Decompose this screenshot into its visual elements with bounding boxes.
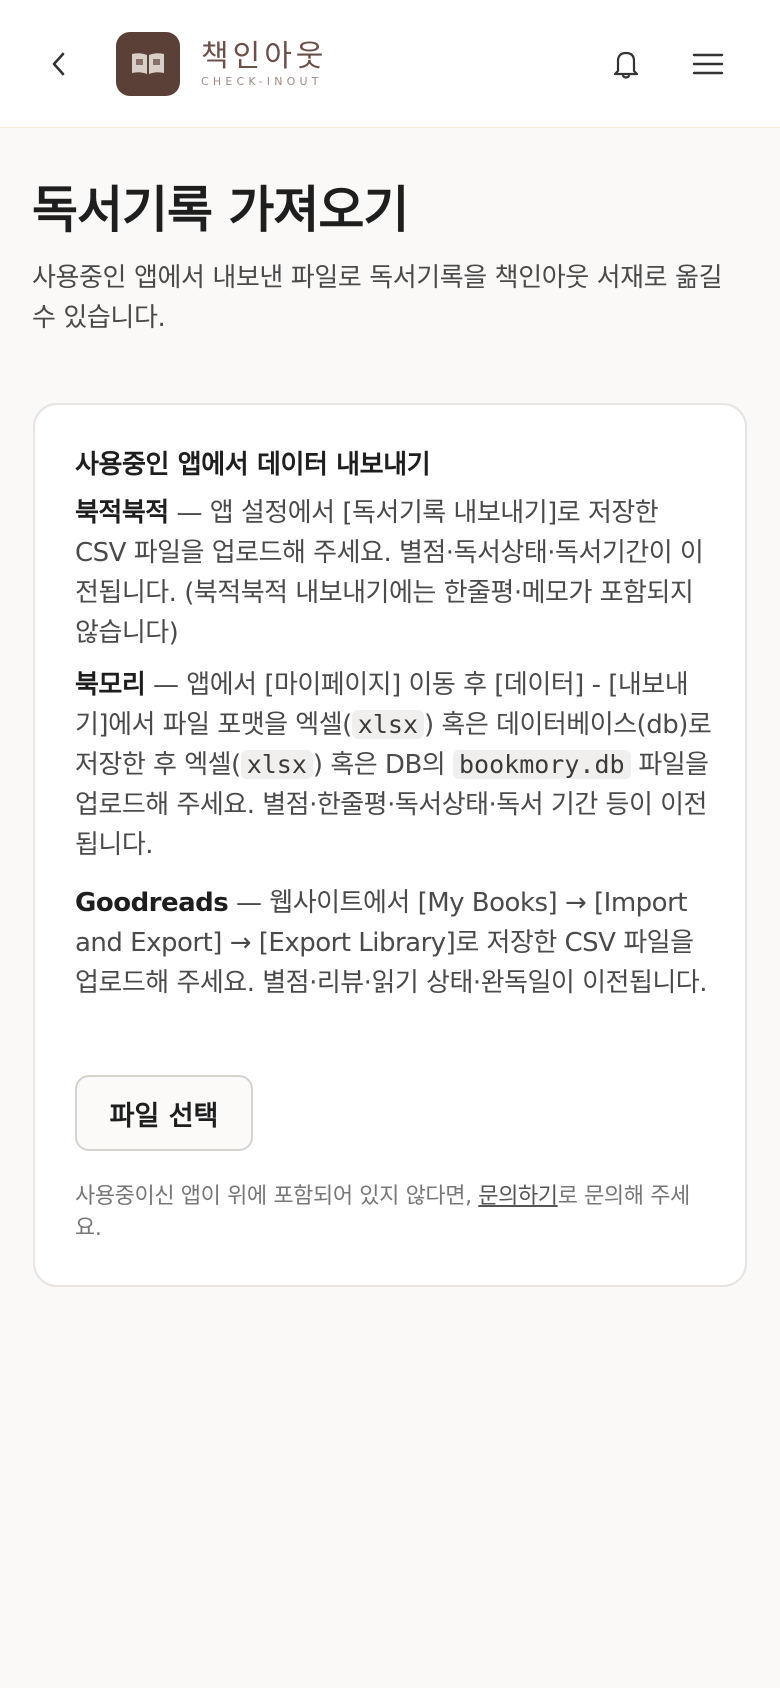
chevron-left-icon — [52, 52, 65, 76]
logo-mark — [116, 32, 180, 96]
contact-link[interactable]: 문의하기 — [478, 1184, 558, 1209]
back-button[interactable] — [40, 44, 80, 84]
footer-note: 사용중이신 앱이 위에 포함되어 있지 않다면, 문의하기로 문의해 주세요. — [75, 1181, 715, 1245]
logo-name-ko: 책인아웃 — [201, 38, 328, 74]
bookmory-text: ) 혹은 DB의 — [312, 750, 453, 780]
card-heading: 사용중인 앱에서 데이터 내보내기 — [75, 450, 431, 480]
page-title: 독서기록 가져오기 — [32, 181, 409, 239]
code-bookmory-db: bookmory.db — [452, 750, 631, 779]
goodreads-instructions: Goodreads — 웹사이트에서 [My Books] → [Import … — [75, 883, 715, 1003]
file-select-button[interactable]: 파일 선택 — [75, 1075, 253, 1151]
page-description: 사용중인 앱에서 내보낸 파일로 독서기록을 책인아웃 서재로 옮길 수 있습니… — [32, 263, 723, 333]
logo-text: 책인아웃 CHECK-INOUT — [201, 38, 328, 88]
bell-icon — [613, 51, 639, 79]
bookmory-name: 북모리 — [75, 670, 146, 700]
app-logo[interactable]: 책인아웃 CHECK-INOUT — [116, 32, 327, 96]
notification-button[interactable] — [606, 44, 646, 84]
bookmory-instructions: 북모리 — 앱에서 [마이페이지] 이동 후 [데이터] - [내보내기]에서 … — [75, 665, 715, 865]
logo-name-en: CHECK-INOUT — [201, 74, 323, 88]
menu-button[interactable] — [688, 44, 728, 84]
footer-text: 사용중이신 앱이 위에 포함되어 있지 않다면, — [75, 1184, 479, 1209]
app-header: 책인아웃 CHECK-INOUT — [0, 0, 780, 128]
code-xlsx: xlsx — [240, 750, 313, 779]
code-xlsx: xlsx — [351, 710, 425, 739]
open-book-icon — [132, 53, 164, 74]
bukjeok-name: 북적북적 — [75, 498, 169, 528]
hamburger-icon — [692, 53, 724, 75]
bukjeok-text: — 앱 설정에서 [독서기록 내보내기]로 저장한 CSV 파일을 업로드해 주… — [75, 498, 704, 648]
bukjeok-instructions: 북적북적 — 앱 설정에서 [독서기록 내보내기]로 저장한 CSV 파일을 업… — [75, 493, 715, 653]
import-card: 사용중인 앱에서 데이터 내보내기 북적북적 — 앱 설정에서 [독서기록 내보… — [33, 403, 747, 1287]
goodreads-name: Goodreads — [75, 888, 229, 918]
